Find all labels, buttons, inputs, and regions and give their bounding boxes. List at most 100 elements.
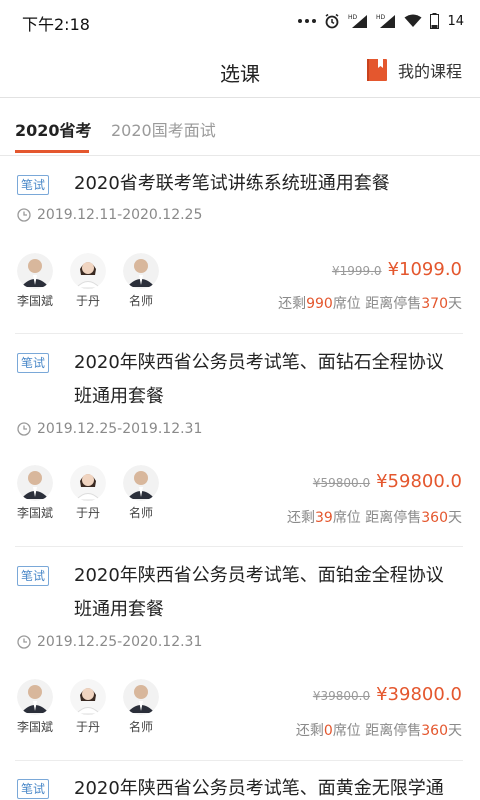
written-exam-badge: 笔试 xyxy=(17,175,49,195)
teacher[interactable]: 名师 xyxy=(123,679,159,735)
original-price: ¥1999.0 xyxy=(331,264,382,278)
stock-prefix: 还剩 xyxy=(295,723,324,739)
current-price: ¥39800.0 xyxy=(376,684,462,705)
course-dates: 2019.12.11-2020.12.25 xyxy=(17,207,202,223)
status-icons: HD HD 14 xyxy=(298,11,464,31)
stock-mid: 席位 距离停售 xyxy=(332,510,422,526)
course-card[interactable]: 笔试 2020年陕西省公务员考试笔、面钻石全程协议 班通用套餐 2019.12.… xyxy=(0,334,480,547)
course-card[interactable]: 笔试 2020省考联考笔试讲练系统班通用套餐 2019.12.11-2020.1… xyxy=(0,157,480,334)
stock-prefix: 还剩 xyxy=(286,510,315,526)
written-exam-badge: 笔试 xyxy=(17,566,49,586)
days-count: 360 xyxy=(421,510,448,526)
tab-2020-provincial[interactable]: 2020省考 xyxy=(15,117,92,141)
course-card[interactable]: 笔试 2020年陕西省公务员考试笔、面黄金无限学通 xyxy=(0,761,480,800)
status-bar: 下午2:18 HD HD 14 xyxy=(0,0,480,42)
stock-suffix: 天 xyxy=(448,723,462,739)
stock-suffix: 天 xyxy=(448,296,462,312)
course-dates: 2019.12.25-2020.12.31 xyxy=(17,634,202,650)
original-price: ¥59800.0 xyxy=(312,476,371,490)
seats-remaining: 还剩990席位 距离停售370天 xyxy=(278,293,462,313)
course-dates: 2019.12.25-2019.12.31 xyxy=(17,421,202,437)
status-time: 下午2:18 xyxy=(22,15,90,34)
written-exam-badge: 笔试 xyxy=(17,779,49,799)
stock-suffix: 天 xyxy=(448,510,462,526)
teacher-avatar xyxy=(70,253,106,289)
teacher-name: 名师 xyxy=(128,720,153,734)
course-title-line: 2020年陕西省公务员考试笔、面黄金无限学通 xyxy=(74,778,444,799)
teacher-avatar xyxy=(17,679,53,715)
teacher[interactable]: 于丹 xyxy=(70,253,106,309)
course-title-line: 2020年陕西省公务员考试笔、面钻石全程协议 xyxy=(74,352,444,373)
hd-signal-icon: HD xyxy=(348,14,368,28)
teacher-avatar xyxy=(123,679,159,715)
clock-icon xyxy=(17,635,31,649)
course-card[interactable]: 笔试 2020年陕西省公务员考试笔、面铂金全程协议 班通用套餐 2019.12.… xyxy=(0,547,480,761)
written-exam-badge: 笔试 xyxy=(17,353,49,373)
teacher[interactable]: 李国斌 xyxy=(17,679,53,735)
days-count: 370 xyxy=(421,296,448,312)
original-price: ¥39800.0 xyxy=(312,689,371,703)
teacher-name: 于丹 xyxy=(75,720,100,734)
teacher-name: 李国斌 xyxy=(16,506,53,520)
teacher[interactable]: 名师 xyxy=(123,253,159,309)
svg-text:HD: HD xyxy=(348,14,358,21)
date-range: 2019.12.25-2019.12.31 xyxy=(37,421,203,437)
course-title-line: 2020省考联考笔试讲练系统班通用套餐 xyxy=(74,173,390,194)
more-dots-icon xyxy=(298,19,317,23)
days-count: 360 xyxy=(421,723,448,739)
stock-prefix: 还剩 xyxy=(278,296,307,312)
date-range: 2019.12.11-2020.12.25 xyxy=(37,207,203,223)
teacher-avatar xyxy=(123,253,159,289)
price-row: ¥1999.0 ¥1099.0 xyxy=(332,259,462,280)
wifi-icon xyxy=(404,14,422,27)
course-title: 2020年陕西省公务员考试笔、面钻石全程协议 班通用套餐 xyxy=(74,346,464,414)
tab-2020-national-interview[interactable]: 2020国考面试 xyxy=(111,117,216,141)
stock-mid: 席位 距离停售 xyxy=(332,296,422,312)
teacher-avatar xyxy=(17,465,53,501)
teacher-name: 名师 xyxy=(128,506,153,520)
teacher-name: 李国斌 xyxy=(16,720,53,734)
teacher-list: 李国斌 于丹 名师 xyxy=(17,679,159,735)
my-courses-button[interactable]: 我的课程 xyxy=(366,58,462,82)
date-range: 2019.12.25-2020.12.31 xyxy=(37,634,203,650)
svg-text:HD: HD xyxy=(376,14,386,21)
course-title-line: 班通用套餐 xyxy=(74,386,164,407)
teacher[interactable]: 名师 xyxy=(123,465,159,521)
seats-count: 0 xyxy=(323,723,333,739)
teacher-name: 李国斌 xyxy=(16,294,53,308)
clock-icon xyxy=(17,208,31,222)
battery-level: 14 xyxy=(447,13,464,29)
course-title-line: 班通用套餐 xyxy=(74,599,164,620)
price-row: ¥39800.0 ¥39800.0 xyxy=(313,684,462,705)
current-price: ¥1099.0 xyxy=(387,259,462,280)
teacher[interactable]: 李国斌 xyxy=(17,465,53,521)
teacher-name: 名师 xyxy=(128,294,153,308)
alarm-icon xyxy=(325,13,339,29)
teacher-avatar xyxy=(70,679,106,715)
teacher[interactable]: 李国斌 xyxy=(17,253,53,309)
teacher-list: 李国斌 于丹 名师 xyxy=(17,253,159,309)
teacher-avatar xyxy=(123,465,159,501)
course-title-line: 2020年陕西省公务员考试笔、面铂金全程协议 xyxy=(74,565,444,586)
seats-count: 990 xyxy=(306,296,333,312)
course-title: 2020年陕西省公务员考试笔、面铂金全程协议 班通用套餐 xyxy=(74,559,464,627)
exam-tabs: 2020省考 2020国考面试 xyxy=(0,98,480,156)
teacher-avatar xyxy=(70,465,106,501)
current-price: ¥59800.0 xyxy=(376,471,462,492)
teacher-name: 于丹 xyxy=(75,506,100,520)
battery-icon xyxy=(430,13,440,29)
teacher-list: 李国斌 于丹 名师 xyxy=(17,465,159,521)
seats-remaining: 还剩39席位 距离停售360天 xyxy=(287,507,462,527)
active-tab-indicator xyxy=(15,150,89,153)
app-header: 选课 我的课程 xyxy=(0,42,480,98)
teacher-name: 于丹 xyxy=(75,294,100,308)
hd-signal-icon-2: HD xyxy=(376,14,396,28)
seats-count: 39 xyxy=(314,510,333,526)
seats-remaining: 还剩0席位 距离停售360天 xyxy=(296,720,462,740)
clock-icon xyxy=(17,422,31,436)
teacher-avatar xyxy=(17,253,53,289)
teacher[interactable]: 于丹 xyxy=(70,465,106,521)
teacher[interactable]: 于丹 xyxy=(70,679,106,735)
course-title: 2020省考联考笔试讲练系统班通用套餐 xyxy=(74,167,464,201)
my-courses-label: 我的课程 xyxy=(397,62,462,81)
